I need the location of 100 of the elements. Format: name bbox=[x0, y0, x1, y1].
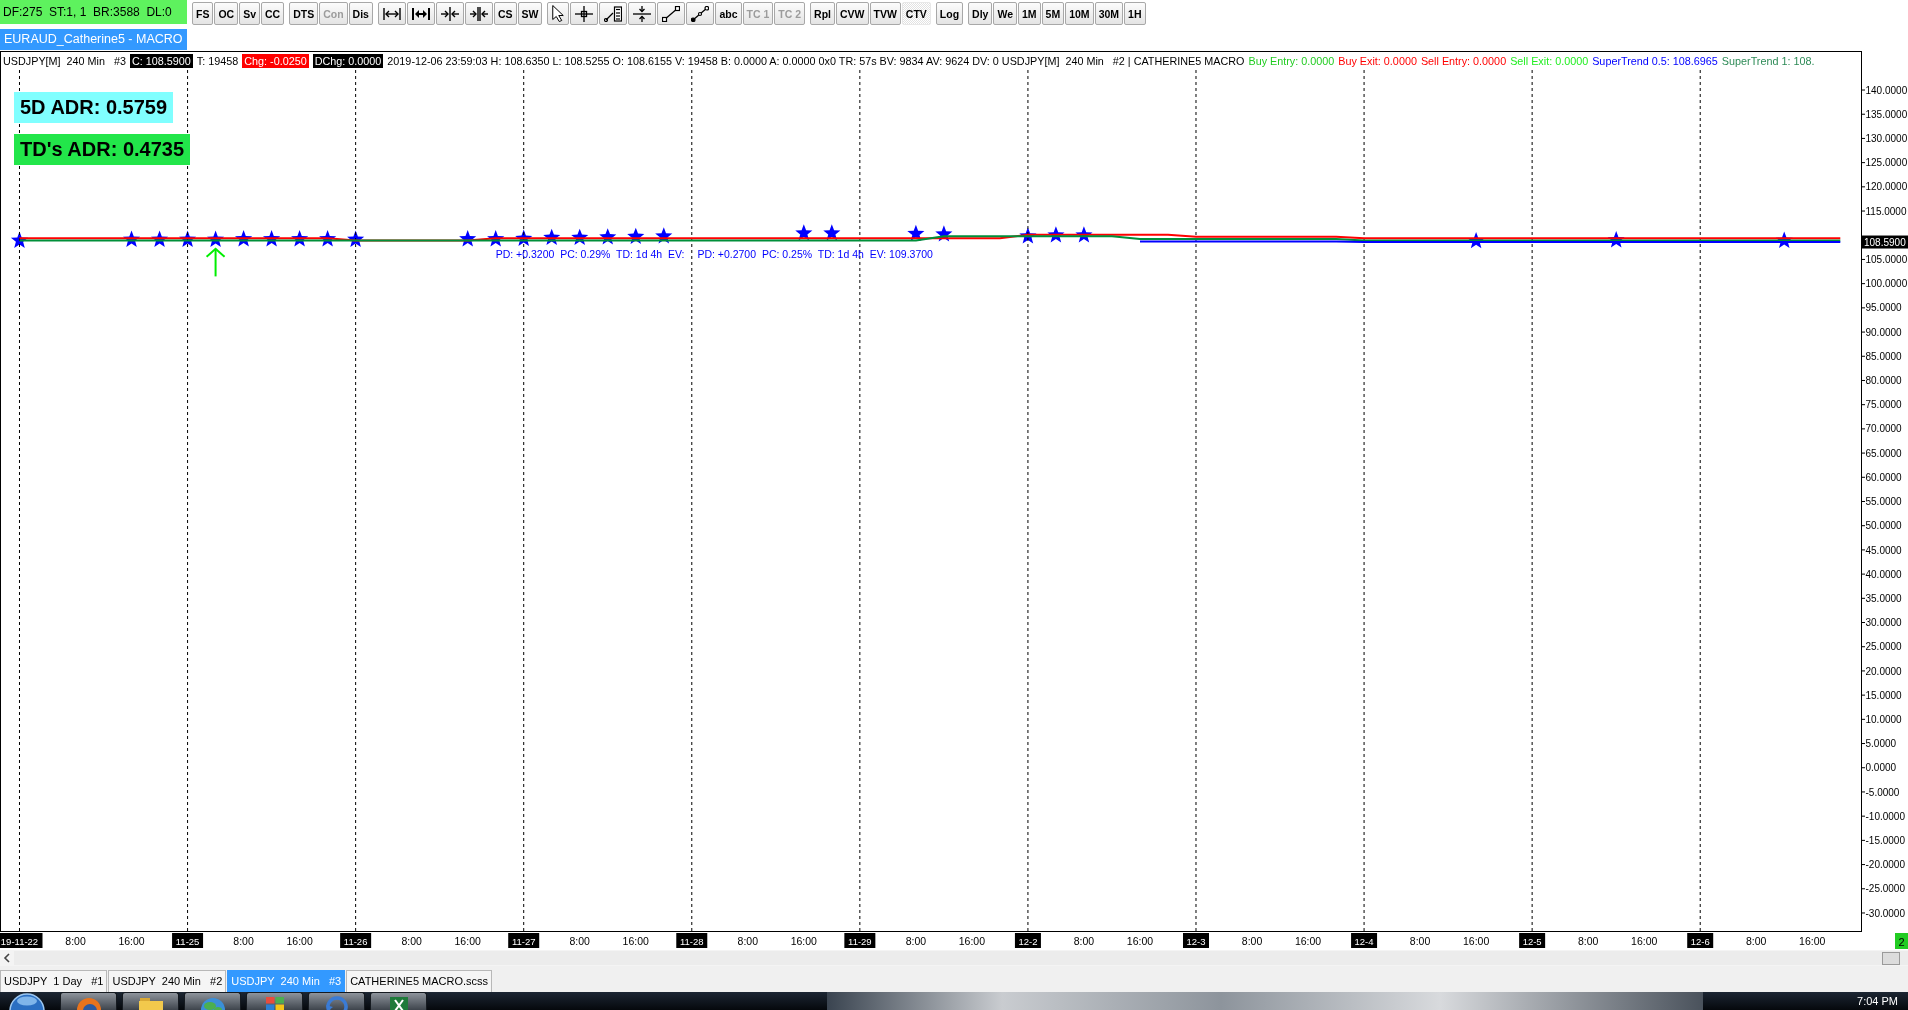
highlighted-value: C: 108.5900 bbox=[130, 54, 193, 68]
toolbar-button[interactable]: 1H bbox=[1124, 2, 1146, 25]
y-axis-label: 15.0000 bbox=[1865, 689, 1902, 701]
toolbar-button[interactable] bbox=[464, 2, 493, 25]
taskbar-button[interactable] bbox=[122, 992, 179, 1010]
toolbar-button[interactable]: FS bbox=[192, 2, 214, 25]
toolbar-button[interactable] bbox=[406, 2, 435, 25]
toolbar-button[interactable]: Rpl bbox=[810, 2, 835, 25]
date-label: 12-2 bbox=[1014, 933, 1041, 948]
star-marker bbox=[1607, 231, 1625, 248]
taskbar-clock[interactable]: 7:04 PM bbox=[1857, 992, 1898, 1010]
line-calculator-icon bbox=[604, 5, 623, 22]
chart-tab[interactable]: USDJPY 1 Day #1 bbox=[0, 970, 108, 992]
toolbar-button[interactable]: Sv bbox=[239, 2, 260, 25]
toolbar-button[interactable]: 30M bbox=[1094, 2, 1124, 25]
x-tick-label: 11-29 bbox=[848, 935, 872, 947]
scroll-left-icon[interactable] bbox=[3, 953, 11, 963]
star-marker bbox=[291, 230, 309, 247]
y-axis-label: 30.0000 bbox=[1865, 617, 1902, 629]
info-text: Sell Exit: 0.0000 bbox=[1510, 54, 1589, 68]
circular-arrow-icon bbox=[323, 995, 350, 1010]
x-axis-label: 16:00 bbox=[1799, 934, 1826, 947]
x-tick-label: 11-25 bbox=[175, 935, 200, 947]
toolbar-button[interactable]: CS bbox=[493, 2, 517, 25]
toolbar-button[interactable]: 10M bbox=[1065, 2, 1094, 25]
toolbar-button[interactable]: 1M bbox=[1018, 2, 1041, 25]
status-readout: DF:275 ST:1, 1 BR:3588 DL:0 bbox=[0, 0, 187, 24]
toolbar-button[interactable]: SW bbox=[517, 2, 543, 25]
arrows-to-double-bar-icon bbox=[469, 5, 488, 22]
y-axis-label: 25.0000 bbox=[1865, 641, 1902, 653]
toolbar-button[interactable] bbox=[570, 2, 599, 25]
start-orb-icon[interactable] bbox=[8, 992, 46, 1010]
star-marker bbox=[10, 231, 29, 248]
x-axis-label: 8:00 bbox=[905, 934, 927, 947]
toolbar-button[interactable]: TVW bbox=[869, 2, 901, 25]
taskbar-button[interactable] bbox=[308, 992, 365, 1010]
x-axis-label: 16:00 bbox=[1463, 934, 1490, 947]
taskbar-button[interactable] bbox=[370, 992, 427, 1010]
x-axis-label: 16:00 bbox=[1126, 934, 1154, 947]
x-axis-label: 16:00 bbox=[118, 934, 145, 947]
star-marker bbox=[1467, 232, 1485, 249]
star-marker bbox=[459, 230, 477, 247]
y-axis-label: 90.0000 bbox=[1865, 326, 1902, 338]
toolbar-button[interactable]: CC bbox=[261, 2, 285, 25]
trade-stats-text: PD: +0.3200 PC: 0.29% TD: 1d 4h EV: bbox=[495, 247, 685, 260]
toolbar-button[interactable] bbox=[435, 2, 464, 25]
y-axis-label: 60.0000 bbox=[1865, 471, 1902, 483]
date-label: 12-6 bbox=[1687, 933, 1714, 948]
toolbar-button[interactable]: 5M bbox=[1041, 2, 1065, 25]
arrows-to-bar-icon bbox=[440, 5, 459, 22]
toolbar-button[interactable]: We bbox=[993, 2, 1017, 25]
toolbar-button[interactable] bbox=[628, 2, 657, 25]
window-title: EURAUD_Catherine5 - MACRO bbox=[0, 29, 187, 50]
x-axis-label: 8:00 bbox=[65, 934, 86, 947]
x-axis-label: 8:00 bbox=[401, 934, 422, 947]
x-tick-label: 11-26 bbox=[343, 935, 368, 947]
toolbar-button[interactable] bbox=[686, 2, 715, 25]
toolbar-button[interactable]: Dis bbox=[348, 2, 373, 25]
star-marker bbox=[347, 230, 365, 247]
x-axis-label: 8:00 bbox=[1577, 934, 1599, 947]
star-marker bbox=[1019, 227, 1037, 244]
star-marker bbox=[487, 230, 505, 247]
taskbar-button[interactable] bbox=[246, 992, 303, 1010]
toolbar-button[interactable] bbox=[377, 2, 406, 25]
scrollbar-thumb[interactable] bbox=[1882, 952, 1900, 965]
dotted-line-icon bbox=[691, 5, 710, 22]
y-axis-label: 50.0000 bbox=[1865, 520, 1902, 532]
axis-badge: 2 bbox=[1895, 933, 1908, 949]
x-axis-label: 8:00 bbox=[569, 934, 590, 947]
chart-tab[interactable]: CATHERINE5 MACRO.scss bbox=[346, 970, 493, 992]
star-marker bbox=[263, 230, 281, 247]
toolbar-button[interactable]: CVW bbox=[836, 2, 869, 25]
star-marker bbox=[795, 224, 813, 241]
x-axis-label: 8:00 bbox=[737, 934, 759, 947]
x-tick-label: 12-6 bbox=[1690, 935, 1710, 947]
toolbar-button[interactable]: DTS bbox=[289, 2, 319, 25]
toolbar-button[interactable]: Dly bbox=[968, 2, 993, 25]
x-axis-label: 16:00 bbox=[286, 934, 313, 947]
star-marker bbox=[627, 227, 645, 244]
x-tick-label: 12-2 bbox=[1018, 935, 1038, 947]
y-axis-label: 5.0000 bbox=[1865, 738, 1897, 750]
taskbar-button[interactable] bbox=[184, 992, 241, 1010]
y-axis-label: 0.0000 bbox=[1865, 762, 1897, 774]
toolbar-button[interactable]: Log bbox=[935, 2, 964, 25]
chart-tab[interactable]: USDJPY 240 Min #2 bbox=[108, 970, 227, 992]
y-axis-label: 75.0000 bbox=[1865, 399, 1902, 411]
star-marker bbox=[823, 224, 841, 241]
taskbar-button[interactable] bbox=[60, 992, 117, 1010]
toolbar-button[interactable] bbox=[599, 2, 628, 25]
star-marker bbox=[907, 224, 925, 242]
bars-double-arrow-icon bbox=[411, 5, 430, 22]
toolbar-button[interactable]: abc bbox=[715, 2, 742, 25]
toolbar-button[interactable]: CTV bbox=[901, 2, 931, 25]
toolbar-button[interactable] bbox=[547, 2, 570, 25]
y-axis-label: -5.0000 bbox=[1865, 786, 1900, 798]
x-axis-label: 16:00 bbox=[1294, 934, 1322, 947]
toolbar-button[interactable]: OC bbox=[214, 2, 239, 25]
toolbar-button[interactable] bbox=[657, 2, 686, 25]
y-axis-label: 40.0000 bbox=[1865, 568, 1902, 580]
info-text: 2019-12-06 23:59:03 H: 108.6350 L: 108.5255 O: 108.6155 V: 19458 B: 0.0000 A: 0.0000 0x0 TR: 57s BV: 9834 AV: 9624 DV: 0 USDJPY[M] 240 Min #2 | CATHERINE5 MACRO bbox=[387, 54, 1245, 68]
